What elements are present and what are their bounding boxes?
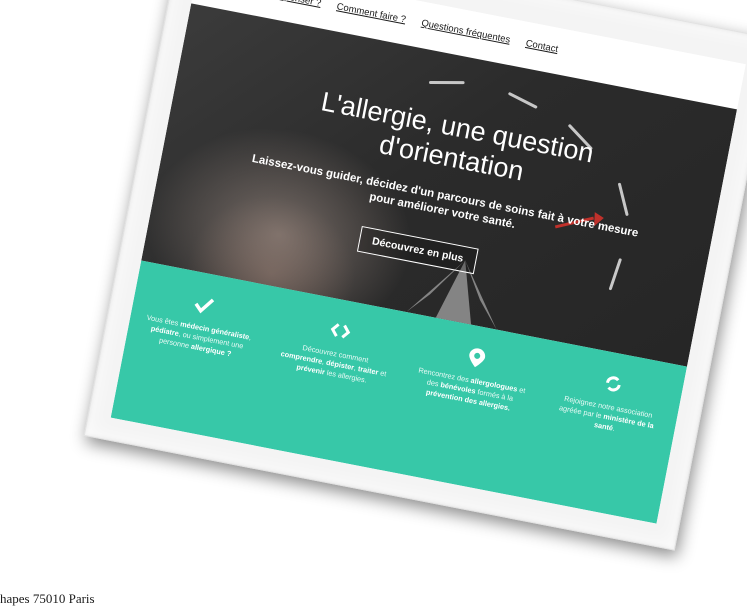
nav-link-comment-faire[interactable]: Comment faire ?	[336, 1, 407, 25]
code-brackets-icon	[330, 323, 350, 339]
feature-text-segment: ,	[248, 332, 253, 342]
map-pin-icon	[468, 348, 485, 368]
tilted-page-frame: Quand y penser ? Comment faire ? Questio…	[83, 0, 747, 551]
feature-text: Découvrez comment comprendre, dépister, …	[262, 336, 404, 392]
feature-text-segment: et	[377, 367, 388, 379]
nav-link-contact[interactable]: Contact	[525, 38, 559, 55]
screenshot-stage: Quand y penser ? Comment faire ? Questio…	[0, 0, 747, 611]
feature-text: Rencontrez des allergologues et des béné…	[399, 363, 541, 419]
refresh-icon	[605, 376, 621, 392]
feature-text-segment: .	[612, 423, 616, 433]
feature-text: Rejoignez notre association agréée par l…	[535, 389, 677, 445]
feature-text: Vous êtes médecin généraliste, pédiatre,…	[126, 310, 268, 366]
checkmark-icon	[194, 298, 214, 314]
website-page: Quand y penser ? Comment faire ? Questio…	[110, 0, 746, 524]
feature-column: Rejoignez notre association agréée par l…	[520, 340, 687, 524]
footer-address: hapes 75010 Paris	[0, 591, 95, 606]
nav-link-quand-y-penser[interactable]: Quand y penser ?	[246, 0, 322, 9]
nav-link-questions-frequentes[interactable]: Questions fréquentes	[420, 18, 511, 46]
